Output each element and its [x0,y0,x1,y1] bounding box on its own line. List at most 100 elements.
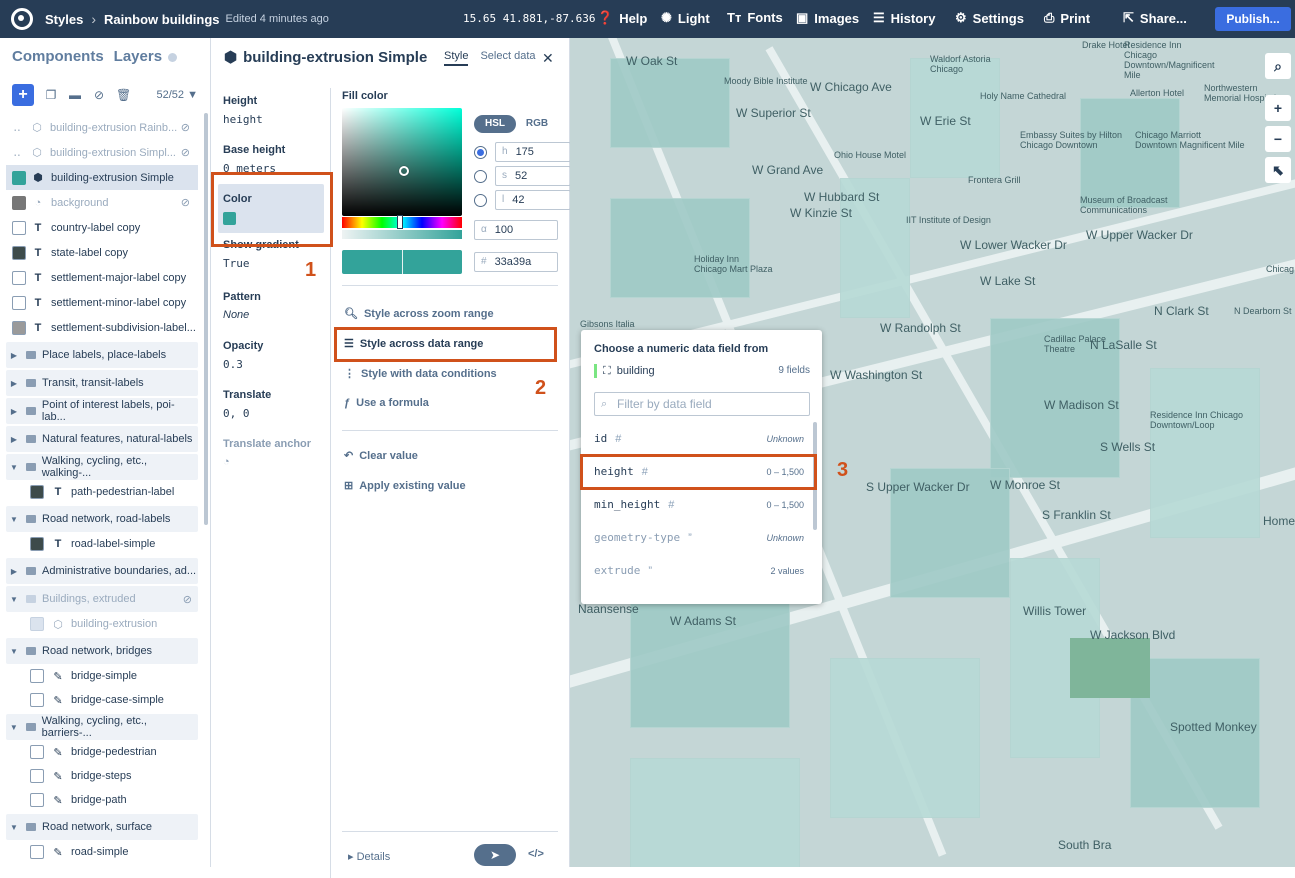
prop-key: Height [223,95,258,107]
field-option-min-height[interactable]: min_height #0 – 1,500 [581,488,809,521]
map-search-button[interactable]: ⌕ [1265,53,1291,79]
layer-count[interactable]: 52/52 ▼ [157,89,198,101]
alpha-input[interactable]: α 100 [474,220,558,240]
hue-input[interactable]: h 175 [495,142,571,162]
layer-item[interactable]: Tsettlement-major-label copy [6,265,198,290]
alpha-slider[interactable] [342,230,462,239]
tab-layers[interactable]: Layers [114,48,178,65]
layer-group[interactable]: ▶ Point of interest labels, poi-lab... [6,398,198,424]
field-name: geometry-type [594,531,681,544]
layer-group[interactable]: ▶ Place labels, place-labels [6,342,198,368]
layer-item[interactable]: ✎ road-simple [6,840,198,864]
publish-button[interactable]: Publish... [1215,7,1291,31]
panel-title: ⬢ building-extrusion Simple [224,48,427,67]
layer-item[interactable]: Tsettlement-subdivision-label... [6,315,198,340]
hidden-eye-icon[interactable]: ⊘ [181,146,190,159]
zoom-in-button[interactable]: + [1265,95,1291,121]
style-zoom-range-option[interactable]: 🔍︎ Style across zoom range [344,307,494,321]
layer-group[interactable]: ▶ Natural features, natural-labels [6,426,198,452]
breadcrumb-styles[interactable]: Styles [45,12,83,27]
clear-value-button[interactable]: ↶ Clear value [344,449,418,463]
layer-group[interactable]: ▶ Administrative boundaries, ad... [6,558,198,584]
hex-input[interactable]: #33a39a [474,252,558,272]
map-label: Chicag [1266,264,1295,274]
group-label: Road network, road-labels [42,513,171,525]
layer-group[interactable]: ▼ Walking, cycling, etc., barriers-... [6,714,198,740]
apply-existing-value-button[interactable]: ⊞ Apply existing value [344,479,466,493]
pointer-icon: ⬉ [1272,162,1284,178]
tab-style[interactable]: Style [444,50,469,66]
history-button[interactable]: ☰ History [873,10,935,26]
layer-item[interactable]: Tpath-pedestrian-label [6,480,198,504]
hue-radio[interactable] [474,145,487,159]
layer-group[interactable]: ▼ Buildings, extruded ⊘ [6,586,198,612]
layer-group[interactable]: ▼ Road network, surface [6,814,198,840]
hue-handle[interactable] [397,215,403,229]
prop-opacity[interactable]: Opacity 0.3 [212,331,330,380]
layer-list-scrollbar[interactable] [204,113,208,525]
layer-item[interactable]: ✎ bridge-path [6,788,198,812]
filter-data-field-input[interactable]: ⌕ Filter by data field [594,392,810,416]
hide-icon[interactable]: ⊘ [92,88,106,102]
layer-item[interactable]: ✎ bridge-simple [6,664,198,688]
prop-translate-anchor[interactable]: Translate anchor ◔ [212,429,330,478]
layer-item[interactable]: ‥ ⬡ building-extrusion Simpl... ⊘ [6,140,198,165]
code-view-button[interactable]: </> [528,848,544,860]
tab-select-data[interactable]: Select data [480,50,535,66]
layer-item[interactable]: Troad-label-simple [6,532,198,556]
add-layer-button[interactable]: + [12,84,34,106]
field-option-id[interactable]: id # Unknown [581,422,809,455]
layer-item[interactable]: ✎ bridge-case-simple [6,688,198,712]
status-dot-icon [168,52,178,62]
settings-button[interactable]: ⚙ Settings [955,10,1024,26]
prop-height[interactable]: Height height [212,86,330,135]
hsl-toggle[interactable]: HSL [474,115,516,133]
field-name: id [594,432,608,445]
trash-icon[interactable]: 🗑 [116,88,131,102]
light-button[interactable]: ✺ Light [661,10,710,26]
layer-item-selected[interactable]: ⬢ building-extrusion Simple [6,165,198,190]
layer-item[interactable]: Tcountry-label copy [6,215,198,240]
fonts-button[interactable]: Tт Fonts [727,10,783,25]
print-button[interactable]: ⎙ Print [1044,10,1090,26]
prop-pattern[interactable]: Pattern None [212,282,330,331]
mapbox-logo-icon[interactable] [11,8,33,30]
breadcrumb-style-name[interactable]: Rainbow buildings [104,12,220,27]
layer-item[interactable]: Tstate-label copy [6,240,198,265]
tab-components[interactable]: Components [12,48,104,65]
duplicate-icon[interactable]: ❐ [44,88,58,102]
layer-group[interactable]: ▼ Road network, road-labels [6,506,198,532]
use-formula-option[interactable]: ƒ Use a formula [344,397,429,409]
help-button[interactable]: ❓ Help [597,10,647,26]
folder-icon[interactable]: ▬ [68,88,82,102]
saturation-input[interactable]: s 52 [495,166,571,186]
layer-item[interactable]: Tsettlement-minor-label copy [6,290,198,315]
picker-handle[interactable] [399,166,409,176]
hidden-eye-icon[interactable]: ⊘ [183,593,192,606]
lightness-input[interactable]: l 42 [495,190,571,210]
lightness-radio[interactable] [474,193,487,207]
saturation-picker[interactable] [342,108,462,216]
layer-group[interactable]: ▼ Walking, cycling, etc., walking-... [6,454,198,480]
layer-group[interactable]: ▼ Road network, bridges [6,638,198,664]
select-mode-button[interactable]: ➤ [474,844,516,866]
inspect-button[interactable]: ⬉ [1265,157,1291,183]
prop-translate[interactable]: Translate 0, 0 [212,380,330,429]
images-button[interactable]: ▣ Images [796,10,859,26]
close-icon[interactable]: ✕ [542,50,554,67]
details-toggle[interactable]: ▸ Details [348,850,390,863]
rgb-toggle[interactable]: RGB [522,115,552,133]
layer-item[interactable]: ⬡ building-extrusion [6,612,198,636]
zoom-out-button[interactable]: − [1265,126,1291,152]
layer-item[interactable]: ◔ background ⊘ [6,190,198,215]
style-data-conditions-option[interactable]: ⋮ Style with data conditions [344,367,497,381]
saturation-radio[interactable] [474,169,487,183]
layer-item[interactable]: ✎ bridge-pedestrian [6,740,198,764]
hidden-eye-icon[interactable]: ⊘ [181,196,190,209]
share-button[interactable]: ⇱ Share... [1123,10,1187,26]
layer-item[interactable]: ‥ ⬡ building-extrusion Rainb... ⊘ [6,115,198,140]
layer-group[interactable]: ▶ Transit, transit-labels [6,370,198,396]
layer-item[interactable]: ✎ bridge-steps [6,764,198,788]
layer-label: settlement-major-label copy [51,271,187,284]
hidden-eye-icon[interactable]: ⊘ [181,121,190,134]
